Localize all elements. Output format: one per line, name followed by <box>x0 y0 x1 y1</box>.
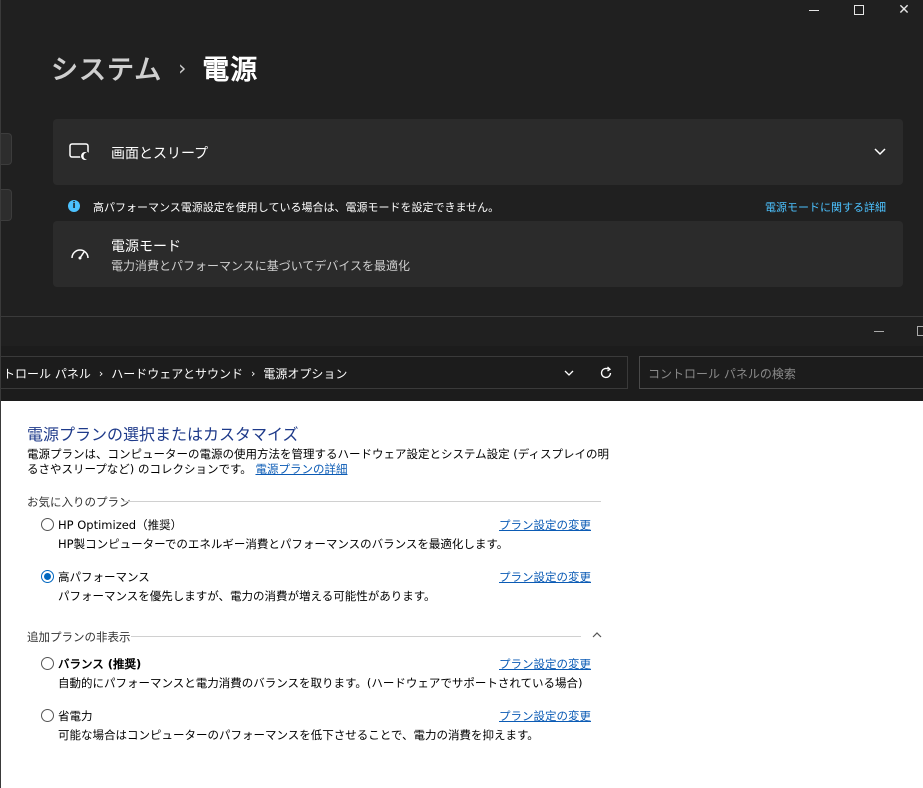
info-icon: i <box>68 200 80 212</box>
nav-pane-item[interactable] <box>1 189 12 221</box>
navigation-bar: トロール パネル › ハードウェアとサウンド › 電源オプション コントロール … <box>1 346 923 401</box>
plan-name[interactable]: 省電力 <box>58 708 93 724</box>
change-plan-settings-link[interactable]: プラン設定の変更 <box>499 569 591 585</box>
control-panel-window: トロール パネル › ハードウェアとサウンド › 電源オプション コントロール … <box>0 316 923 788</box>
maximize-button[interactable] <box>836 0 882 20</box>
title-bar <box>1 316 923 346</box>
chevron-down-icon[interactable] <box>873 144 887 158</box>
close-button[interactable]: ✕ <box>881 0 923 20</box>
maximize-icon <box>854 5 864 15</box>
search-input[interactable]: コントロール パネルの検索 <box>639 356 923 389</box>
breadcrumb-separator-icon: › <box>178 55 187 80</box>
breadcrumb-system[interactable]: システム <box>51 48 162 87</box>
power-mode-gauge-icon <box>71 249 89 260</box>
plan-description: 可能な場合はコンピューターのパフォーマンスを低下させることで、電力の消費を抑えま… <box>58 728 539 742</box>
screen-sleep-icon <box>69 143 90 161</box>
power-plan-details-link[interactable]: 電源プランの詳細 <box>255 462 347 476</box>
divider <box>123 501 601 502</box>
power-mode-label: 電源モード <box>111 239 181 255</box>
radio-button[interactable] <box>41 657 54 670</box>
divider <box>131 636 581 637</box>
radio-button[interactable] <box>41 518 54 531</box>
plan-name[interactable]: 高パフォーマンス <box>58 569 150 585</box>
radio-button-selected[interactable] <box>41 570 54 583</box>
address-bar[interactable]: トロール パネル › ハードウェアとサウンド › 電源オプション <box>1 356 628 389</box>
info-text: 高パフォーマンス電源設定を使用している場合は、電源モードを設定できません。 <box>93 201 500 214</box>
plan-name[interactable]: バランス (推奨) <box>58 656 141 672</box>
main-content: 電源プランの選択またはカスタマイズ 電源プランは、コンピューターの電源の使用方法… <box>1 401 923 788</box>
plan-name[interactable]: HP Optimized（推奨） <box>58 517 182 533</box>
change-plan-settings-link[interactable]: プラン設定の変更 <box>499 656 591 672</box>
screen-sleep-card[interactable]: 画面とスリープ <box>53 119 903 185</box>
breadcrumb-separator-icon: › <box>251 367 256 380</box>
minimize-button[interactable] <box>791 0 837 20</box>
favorite-plans-header: お気に入りのプラン <box>27 495 131 509</box>
change-plan-settings-link[interactable]: プラン設定の変更 <box>499 517 591 533</box>
chevron-down-icon[interactable] <box>563 367 575 379</box>
power-mode-details-link[interactable]: 電源モードに関する詳細 <box>765 199 886 215</box>
close-icon: ✕ <box>898 2 910 18</box>
maximize-icon[interactable] <box>917 326 923 336</box>
settings-window: ✕ システム › 電源 画面とスリープ i 高パフォーマンス電源設定を使用してい… <box>0 0 923 316</box>
info-bar: i 高パフォーマンス電源設定を使用している場合は、電源モードを設定できません。 … <box>53 196 903 218</box>
power-mode-description: 電力消費とパフォーマンスに基づいてデバイスを最適化 <box>111 259 411 273</box>
minimize-icon[interactable] <box>874 331 884 332</box>
page-heading: 電源プランの選択またはカスタマイズ <box>27 425 299 444</box>
page-description: 電源プランは、コンピューターの電源の使用方法を管理するハードウェア設定とシステム… <box>27 447 617 477</box>
page-title: システム › 電源 <box>51 48 258 87</box>
nav-pane-item[interactable] <box>1 133 12 165</box>
breadcrumb-power-options[interactable]: 電源オプション <box>263 365 347 382</box>
breadcrumb: トロール パネル › ハードウェアとサウンド › 電源オプション <box>3 365 347 382</box>
refresh-icon[interactable] <box>599 366 613 380</box>
breadcrumb-hardware-sound[interactable]: ハードウェアとサウンド <box>111 365 243 382</box>
breadcrumb-current: 電源 <box>202 55 259 86</box>
breadcrumb-control-panel[interactable]: トロール パネル <box>3 365 91 382</box>
plan-description: 自動的にパフォーマンスと電力消費のバランスを取ります。(ハードウェアでサポートさ… <box>58 676 583 690</box>
screen-sleep-label: 画面とスリープ <box>111 146 209 162</box>
chevron-up-icon[interactable] <box>591 630 603 640</box>
radio-button[interactable] <box>41 709 54 722</box>
breadcrumb-separator-icon: › <box>98 367 104 380</box>
hidden-plans-header[interactable]: 追加プランの非表示 <box>27 629 131 645</box>
minimize-icon <box>809 9 819 11</box>
plan-description: パフォーマンスを優先しますが、電力の消費が増える可能性があります。 <box>58 589 436 603</box>
change-plan-settings-link[interactable]: プラン設定の変更 <box>499 708 591 724</box>
power-mode-card[interactable]: 電源モード 電力消費とパフォーマンスに基づいてデバイスを最適化 <box>53 221 903 287</box>
plan-description: HP製コンピューターでのエネルギー消費とパフォーマンスのバランスを最適化します。 <box>58 537 509 551</box>
